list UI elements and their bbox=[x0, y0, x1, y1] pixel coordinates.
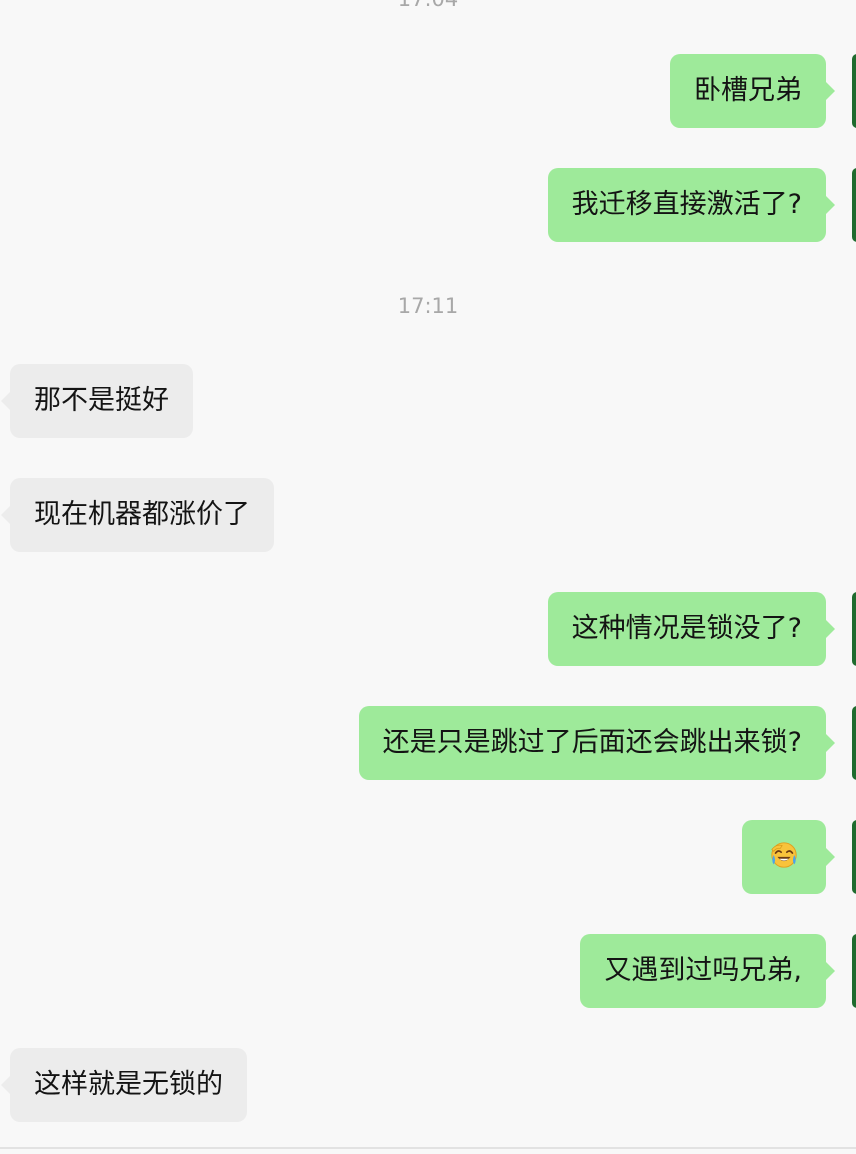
laughing-crying-emoji-icon bbox=[771, 841, 797, 868]
message-bubble-incoming[interactable]: 这样就是无锁的 bbox=[1, 1048, 247, 1122]
chat-window: 17:04 卧槽兄弟 我迁移直接激活了? 17:11 那不是挺好 现在机器都涨价… bbox=[0, 0, 856, 1154]
message-bubble-outgoing[interactable]: 还是只是跳过了后面还会跳出来锁? bbox=[358, 706, 836, 780]
message-text: 这样就是无锁的 bbox=[34, 1069, 223, 1100]
avatar[interactable] bbox=[852, 168, 856, 242]
avatar[interactable] bbox=[852, 54, 856, 128]
message-text: 还是只是跳过了后面还会跳出来锁? bbox=[382, 727, 802, 758]
message-text: 这种情况是锁没了? bbox=[571, 613, 802, 644]
message-text: 现在机器都涨价了 bbox=[34, 499, 250, 530]
message-bubble-outgoing[interactable]: 又遇到过吗兄弟, bbox=[580, 934, 835, 1008]
message-bubble-incoming[interactable]: 那不是挺好 bbox=[1, 364, 193, 438]
message-bubble-outgoing[interactable]: 我迁移直接激活了? bbox=[547, 168, 836, 242]
divider bbox=[0, 1147, 856, 1149]
timestamp-top: 17:04 bbox=[0, 0, 856, 14]
message-bubble-outgoing[interactable] bbox=[742, 820, 835, 894]
message-bubble-outgoing[interactable]: 这种情况是锁没了? bbox=[547, 592, 836, 666]
timestamp-middle: 17:11 bbox=[397, 294, 459, 318]
message-text: 又遇到过吗兄弟, bbox=[604, 955, 802, 986]
avatar[interactable] bbox=[852, 820, 856, 894]
avatar[interactable] bbox=[852, 706, 856, 780]
message-text: 卧槽兄弟 bbox=[694, 75, 802, 106]
message-text: 我迁移直接激活了? bbox=[571, 189, 802, 220]
avatar[interactable] bbox=[852, 934, 856, 1008]
message-text: 那不是挺好 bbox=[34, 385, 169, 416]
avatar[interactable] bbox=[852, 592, 856, 666]
message-bubble-incoming[interactable]: 现在机器都涨价了 bbox=[1, 478, 274, 552]
message-bubble-outgoing[interactable]: 卧槽兄弟 bbox=[670, 54, 835, 128]
